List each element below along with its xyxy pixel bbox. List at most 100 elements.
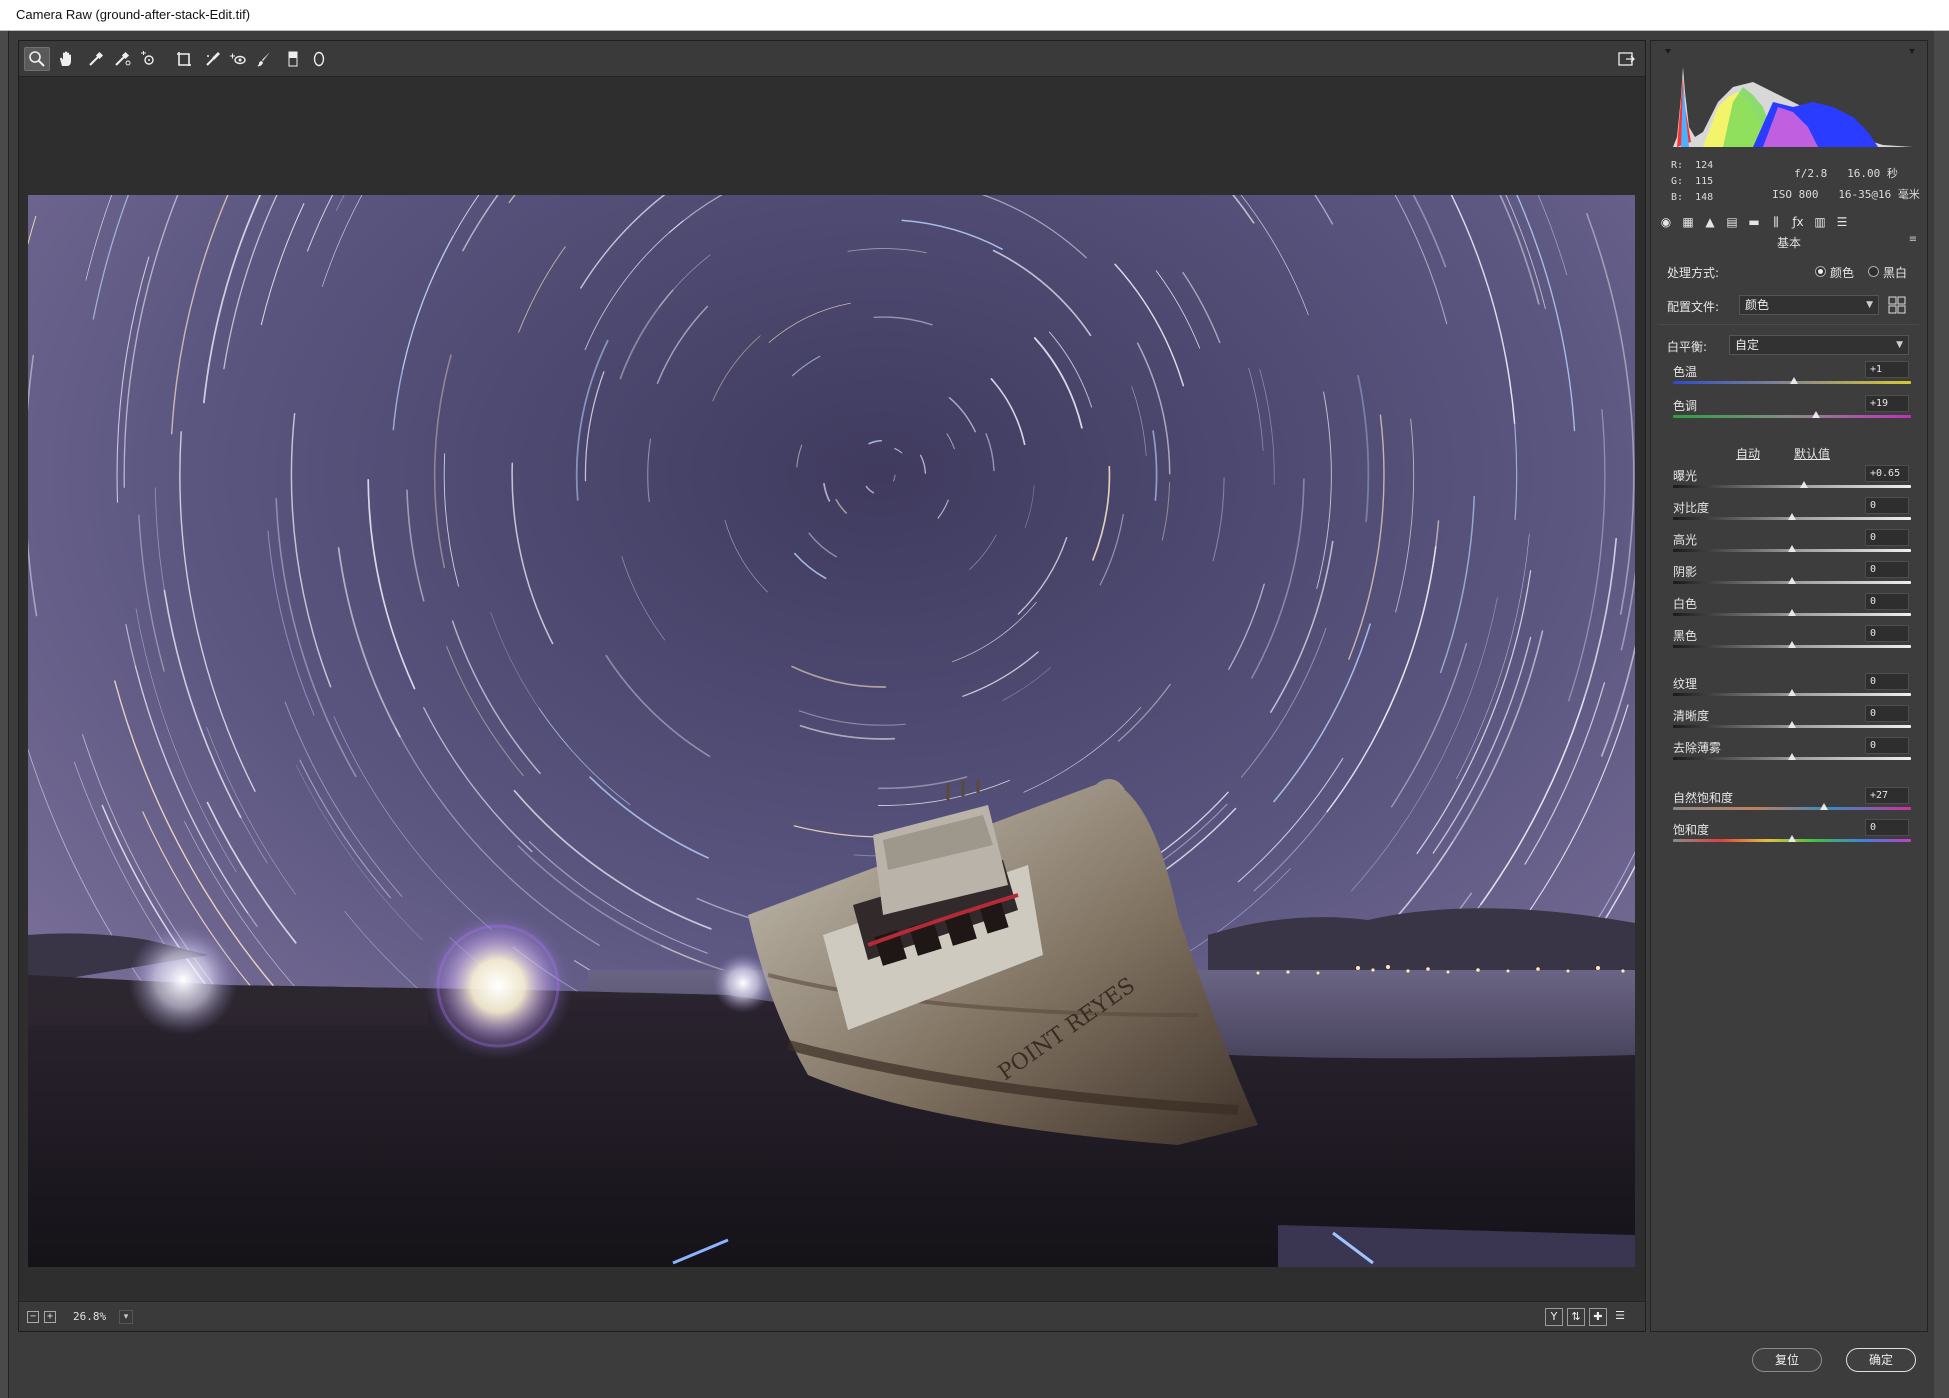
slider-thumb[interactable] xyxy=(1788,753,1796,760)
default-link[interactable]: 默认值 xyxy=(1794,445,1830,462)
spot-removal-tool-icon[interactable] xyxy=(200,47,226,71)
slider-thumb[interactable] xyxy=(1788,721,1796,728)
split-toning-tab-icon[interactable]: ▬ xyxy=(1745,213,1763,231)
b-label: B: xyxy=(1671,192,1684,203)
transform-tool-icon[interactable] xyxy=(171,47,197,71)
g-label: G: xyxy=(1671,176,1684,187)
copy-settings-icon[interactable]: ✚ xyxy=(1589,1308,1607,1326)
slider-label: 对比度 xyxy=(1673,501,1710,515)
red-eye-tool-icon[interactable] xyxy=(225,47,251,71)
before-after-y-icon[interactable]: Y xyxy=(1545,1308,1563,1326)
preview-area: POINT REYES − + 26.8% ▾ Y ⇅ ✚ ☰ xyxy=(18,40,1646,1332)
white-balance-value: 自定 xyxy=(1735,338,1760,352)
slider-track[interactable] xyxy=(1673,485,1911,488)
reset-button[interactable]: 复位 xyxy=(1752,1348,1822,1372)
slider-value-input[interactable]: +27 xyxy=(1865,787,1909,804)
treatment-bw-label: 黑白 xyxy=(1883,266,1908,280)
toggle-settings-icon[interactable]: ☰ xyxy=(1611,1308,1629,1326)
ok-button[interactable]: 确定 xyxy=(1846,1348,1916,1372)
chevron-down-icon: ▼ xyxy=(1866,300,1873,310)
zoom-level: 26.8% xyxy=(73,1310,107,1323)
slider-track[interactable] xyxy=(1673,807,1911,810)
auto-link[interactable]: 自动 xyxy=(1736,445,1760,462)
hand-tool-icon[interactable] xyxy=(53,47,79,71)
slider-row: 纹理 0 xyxy=(1651,673,1927,707)
slider-label: 黑色 xyxy=(1673,629,1698,643)
swap-before-after-icon[interactable]: ⇅ xyxy=(1567,1308,1585,1326)
adjustment-brush-tool-icon[interactable] xyxy=(251,47,277,71)
open-preferences-icon[interactable] xyxy=(1613,47,1639,71)
color-sampler-tool-icon[interactable] xyxy=(109,47,135,71)
slider-thumb[interactable] xyxy=(1788,609,1796,616)
background-window-edge xyxy=(0,31,9,1398)
slider-value-input[interactable]: +0.65 xyxy=(1865,465,1909,482)
slider-thumb[interactable] xyxy=(1799,481,1808,488)
slider-label: 高光 xyxy=(1673,533,1698,547)
panel-menu-icon[interactable]: ≡ xyxy=(1907,234,1919,246)
slider-row: 去除薄雾 0 xyxy=(1651,737,1927,771)
calibration-tab-icon[interactable]: ▥ xyxy=(1811,213,1829,231)
slider-thumb[interactable] xyxy=(1811,411,1820,418)
detail-tab-icon[interactable]: ▲ xyxy=(1701,213,1719,231)
profile-value: 颜色 xyxy=(1745,298,1770,312)
slider-label: 去除薄雾 xyxy=(1673,741,1722,755)
slider-thumb[interactable] xyxy=(1788,689,1796,696)
slider-thumb[interactable] xyxy=(1790,377,1799,384)
zoom-tool-icon[interactable] xyxy=(24,47,50,71)
treatment-bw-radio[interactable] xyxy=(1868,266,1879,277)
slider-thumb[interactable] xyxy=(1788,641,1796,648)
treatment-color-radio[interactable] xyxy=(1815,266,1826,277)
camera-raw-window: Camera Raw (ground-after-stack-Edit.tif) xyxy=(0,0,1949,1398)
targeted-adjustment-tool-icon[interactable] xyxy=(135,47,161,71)
b-value: 148 xyxy=(1695,192,1714,203)
slider-thumb[interactable] xyxy=(1820,803,1829,810)
slider-value-input[interactable]: 0 xyxy=(1865,593,1909,610)
slider-value-input[interactable]: 0 xyxy=(1865,561,1909,578)
slider-label: 阴影 xyxy=(1673,565,1698,579)
slider-value-input[interactable]: 0 xyxy=(1865,737,1909,754)
lens-corrections-tab-icon[interactable]: ⫼ xyxy=(1767,213,1785,231)
white-balance-select[interactable]: 自定 ▼ xyxy=(1729,335,1909,355)
title-bar: Camera Raw (ground-after-stack-Edit.tif) xyxy=(0,0,1949,31)
r-value: 124 xyxy=(1695,160,1714,171)
slider-value-input[interactable]: +19 xyxy=(1865,395,1909,412)
slider-value-input[interactable]: 0 xyxy=(1865,529,1909,546)
profile-select[interactable]: 颜色 ▼ xyxy=(1739,295,1879,315)
treatment-label: 处理方式: xyxy=(1667,266,1720,280)
presets-tab-icon[interactable]: ☰ xyxy=(1833,213,1851,231)
zoom-dropdown[interactable]: ▾ xyxy=(119,1310,133,1324)
zoom-in-button[interactable]: + xyxy=(44,1311,56,1323)
slider-label: 色温 xyxy=(1673,365,1698,379)
image-canvas[interactable]: POINT REYES xyxy=(19,78,1645,1293)
slider-thumb[interactable] xyxy=(1788,835,1796,842)
g-value: 115 xyxy=(1695,176,1714,187)
shutter-speed: 16.00 秒 xyxy=(1847,167,1898,180)
slider-value-input[interactable]: +1 xyxy=(1865,361,1909,378)
panel-tab-bar: ◉ ▦ ▲ ▤ ▬ ⫼ ƒx ▥ ☰ xyxy=(1651,211,1927,233)
graduated-filter-tool-icon[interactable] xyxy=(280,47,306,71)
r-label: R: xyxy=(1671,160,1684,171)
slider-value-input[interactable]: 0 xyxy=(1865,819,1909,836)
rgb-readout: R: 124 G: 115 B: 148 xyxy=(1671,158,1713,206)
zoom-out-button[interactable]: − xyxy=(27,1311,39,1323)
slider-thumb[interactable] xyxy=(1788,545,1796,552)
photo-preview[interactable]: POINT REYES xyxy=(28,195,1635,1267)
white-balance-tool-icon[interactable] xyxy=(83,47,109,71)
slider-thumb[interactable] xyxy=(1788,577,1796,584)
white-balance-label: 白平衡: xyxy=(1667,340,1708,354)
window-title: Camera Raw (ground-after-stack-Edit.tif) xyxy=(16,7,251,22)
tone-curve-tab-icon[interactable]: ▦ xyxy=(1679,213,1697,231)
treatment-color-label: 颜色 xyxy=(1830,266,1855,280)
effects-tab-icon[interactable]: ƒx xyxy=(1789,213,1807,231)
slider-track[interactable] xyxy=(1673,415,1911,418)
radial-filter-tool-icon[interactable] xyxy=(306,47,332,71)
slider-value-input[interactable]: 0 xyxy=(1865,625,1909,642)
slider-value-input[interactable]: 0 xyxy=(1865,673,1909,690)
basic-tab-icon[interactable]: ◉ xyxy=(1657,213,1675,231)
slider-row: 阴影 0 xyxy=(1651,561,1927,595)
profile-browser-icon[interactable] xyxy=(1887,295,1907,315)
hsl-tab-icon[interactable]: ▤ xyxy=(1723,213,1741,231)
slider-value-input[interactable]: 0 xyxy=(1865,705,1909,722)
slider-thumb[interactable] xyxy=(1788,513,1796,520)
slider-value-input[interactable]: 0 xyxy=(1865,497,1909,514)
